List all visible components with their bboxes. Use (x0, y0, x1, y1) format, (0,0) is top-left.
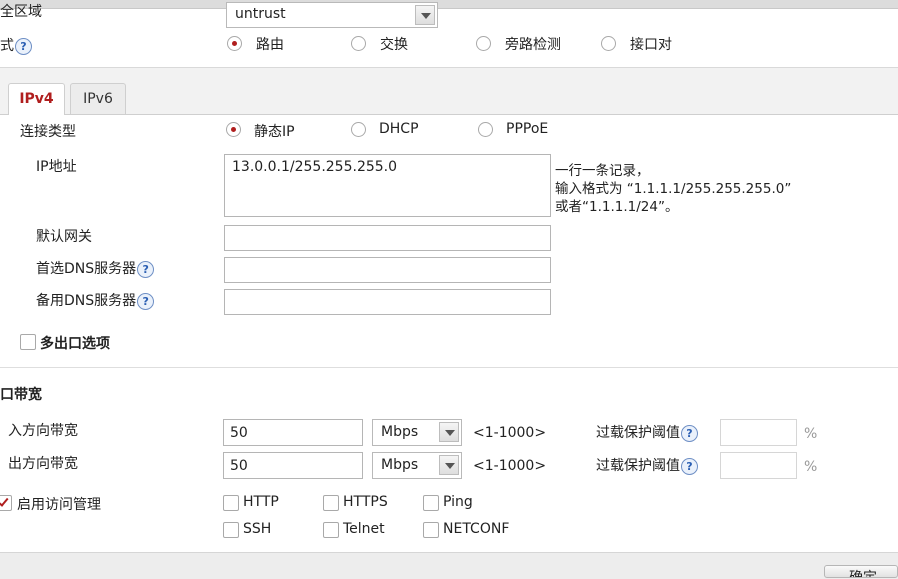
access-https-checkbox[interactable] (323, 495, 339, 511)
chevron-down-icon[interactable] (439, 455, 459, 475)
inbound-threshold-label: 过载保护阈值? (596, 422, 698, 442)
access-telnet-checkbox[interactable] (323, 522, 339, 538)
conn-radio-dhcp[interactable] (351, 122, 366, 137)
dns2-label: 备用DNS服务器? (36, 290, 155, 310)
mode-option-route: 路由 (256, 37, 284, 53)
help-icon[interactable]: ? (681, 424, 698, 442)
inbound-unit-select[interactable]: Mbps (372, 419, 462, 446)
conn-type-label: 连接类型 (20, 124, 76, 140)
section-divider (0, 367, 898, 368)
mode-label: 模式? (0, 35, 32, 55)
confirm-button[interactable]: 确定 (824, 565, 898, 578)
access-netconf-label: NETCONF (443, 521, 510, 537)
zone-select[interactable]: untrust (226, 2, 438, 28)
access-http-label: HTTP (243, 494, 279, 510)
outbound-unit-value: Mbps (381, 457, 419, 473)
outbound-range: <1-1000> (473, 458, 547, 474)
tab-ipv4[interactable]: IPv4 (8, 83, 65, 115)
conn-option-dhcp: DHCP (379, 121, 419, 137)
outbound-threshold-label: 过载保护阈值? (596, 455, 698, 475)
access-ssh-checkbox[interactable] (223, 522, 239, 538)
outbound-unit-select[interactable]: Mbps (372, 452, 462, 479)
mode-option-pair: 接口对 (630, 37, 672, 53)
conn-option-pppoe: PPPoE (506, 121, 549, 137)
chevron-down-icon[interactable] (415, 5, 435, 25)
access-mgmt-checkbox[interactable] (0, 495, 12, 511)
gateway-input[interactable] (224, 225, 551, 251)
zone-select-value: untrust (235, 6, 286, 22)
chevron-down-icon[interactable] (439, 422, 459, 442)
mode-radio-bypass[interactable] (476, 36, 491, 51)
ip-hint: 一行一条记录， 输入格式为 “1.1.1.1/255.255.255.0” 或者… (555, 163, 792, 215)
mode-radio-route[interactable] (227, 36, 242, 51)
access-ping-checkbox[interactable] (423, 495, 439, 511)
dns2-input[interactable] (224, 289, 551, 315)
outbound-percent: % (804, 459, 818, 475)
access-netconf-checkbox[interactable] (423, 522, 439, 538)
dns1-label: 首选DNS服务器? (36, 258, 155, 278)
ip-label: IP地址 (36, 159, 77, 175)
inbound-range: <1-1000> (473, 425, 547, 441)
help-icon[interactable]: ? (137, 260, 155, 278)
footer-bar (0, 552, 898, 579)
multi-exit-label: 多出口选项 (40, 336, 110, 352)
gateway-label: 默认网关 (36, 229, 92, 245)
mode-option-bypass: 旁路检测 (505, 37, 561, 53)
conn-radio-static[interactable] (226, 122, 241, 137)
outbound-label: 出方向带宽 (8, 456, 78, 472)
access-telnet-label: Telnet (343, 521, 385, 537)
bandwidth-title: 接口带宽 (0, 387, 42, 403)
tab-ipv6[interactable]: IPv6 (70, 83, 126, 114)
outbound-threshold-input[interactable] (720, 452, 797, 479)
inbound-unit-value: Mbps (381, 424, 419, 440)
inbound-label: 入方向带宽 (8, 423, 78, 439)
access-http-checkbox[interactable] (223, 495, 239, 511)
ip-textarea[interactable]: 13.0.0.1/255.255.255.0 (224, 154, 551, 217)
help-icon[interactable]: ? (137, 292, 155, 310)
access-mgmt-label: 启用访问管理 (17, 497, 101, 513)
access-ssh-label: SSH (243, 521, 272, 537)
top-strip (0, 0, 898, 9)
dns1-input[interactable] (224, 257, 551, 283)
multi-exit-checkbox[interactable] (20, 334, 36, 350)
inbound-threshold-input[interactable] (720, 419, 797, 446)
mode-radio-pair[interactable] (601, 36, 616, 51)
conn-option-static: 静态IP (254, 124, 295, 140)
mode-radio-switch[interactable] (351, 36, 366, 51)
access-https-label: HTTPS (343, 494, 388, 510)
access-ping-label: Ping (443, 494, 473, 510)
confirm-button-label: 确定 (849, 570, 877, 578)
mode-option-switch: 交换 (380, 37, 408, 53)
inbound-percent: % (804, 426, 818, 442)
conn-radio-pppoe[interactable] (478, 122, 493, 137)
outbound-input[interactable]: 50 (223, 452, 363, 479)
help-icon[interactable]: ? (681, 457, 698, 475)
help-icon[interactable]: ? (15, 37, 32, 55)
zone-label: 安全区域 (0, 4, 42, 20)
tab-bar (0, 67, 898, 115)
inbound-input[interactable]: 50 (223, 419, 363, 446)
